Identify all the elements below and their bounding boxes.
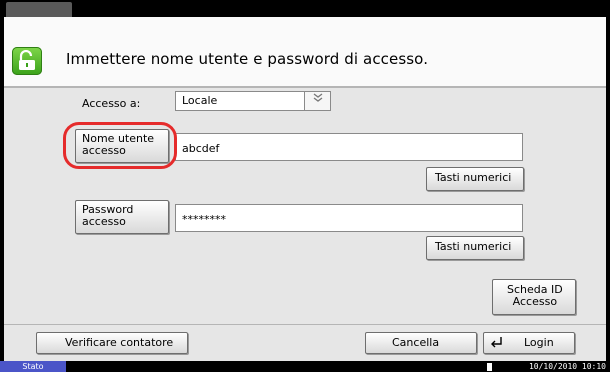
username-field[interactable]: abcdef [175,133,523,161]
cancel-label: Cancella [392,336,440,349]
datetime: 10/10/2010 10:10 [528,362,606,371]
check-counter-button[interactable]: Verificare contatore [36,332,188,354]
username-numeric-keys-button[interactable]: Tasti numerici [426,167,524,191]
header: Immettere nome utente e password di acce… [4,17,606,86]
password-button-line2: accesso [82,215,126,228]
double-chevron-down-icon[interactable] [304,92,330,110]
status-tab[interactable]: Stato [0,361,66,372]
footer-divider [4,324,606,325]
password-numeric-keys-label: Tasti numerici [435,240,512,253]
top-band [0,0,610,17]
password-field[interactable]: ******** [175,204,523,232]
login-button[interactable]: Login [483,332,575,354]
id-card-line2: Accesso [512,295,558,308]
password-value: ******** [182,213,226,226]
page-title: Immettere nome utente e password di acce… [66,50,429,68]
device-panel: Immettere nome utente e password di acce… [0,0,610,372]
memory-indicator [487,363,492,371]
username-button-line2: accesso [82,144,126,157]
unlocked-padlock-icon [12,47,42,75]
id-card-login-button[interactable]: Scheda ID Accesso [492,279,576,315]
top-tab [6,2,72,17]
access-label: Accesso a: [82,97,141,110]
enter-arrow-icon [490,336,504,352]
divider [4,86,606,88]
login-label: Login [524,336,554,349]
cancel-button[interactable]: Cancella [365,332,477,354]
password-numeric-keys-button[interactable]: Tasti numerici [426,236,524,260]
username-value: abcdef [182,142,220,155]
password-button[interactable]: Password accesso [75,200,169,234]
username-button[interactable]: Nome utente accesso [75,129,169,163]
username-numeric-keys-label: Tasti numerici [435,171,512,184]
login-screen: Immettere nome utente e password di acce… [4,17,606,361]
status-bar: Stato 10/10/2010 10:10 [0,361,610,372]
access-select-value: Locale [182,94,218,107]
check-counter-label: Verificare contatore [65,336,174,349]
access-select[interactable]: Locale [175,91,331,111]
